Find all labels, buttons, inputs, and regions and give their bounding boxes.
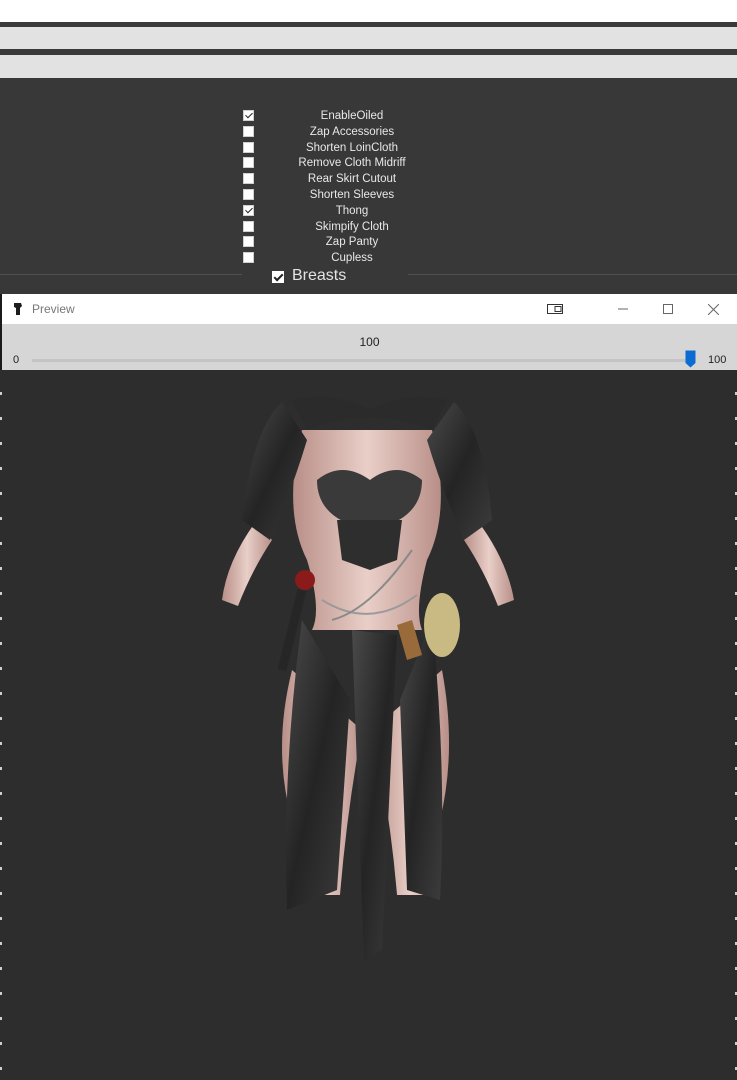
option-row[interactable]: Thong	[0, 203, 737, 219]
app-icon	[14, 303, 22, 315]
option-row[interactable]: Zap Panty	[0, 234, 737, 250]
option-checkbox[interactable]	[243, 173, 254, 185]
minimize-button[interactable]	[600, 294, 646, 324]
option-label: Cupless	[331, 252, 373, 265]
close-icon	[707, 303, 719, 315]
toolbar-strip	[0, 55, 737, 78]
3d-outfit-model	[222, 396, 514, 960]
slider-fill	[32, 359, 690, 362]
option-row[interactable]: Shorten LoinCloth	[0, 140, 737, 156]
section-label: Breasts	[292, 267, 347, 284]
breasts-checkbox[interactable]	[272, 271, 284, 283]
option-checkbox[interactable]	[243, 236, 254, 248]
maximize-button[interactable]	[645, 294, 691, 324]
option-label: Shorten LoinCloth	[305, 141, 399, 154]
toolbar-strip	[0, 27, 737, 49]
option-checkbox[interactable]	[243, 157, 254, 169]
toggle-view-button[interactable]	[532, 294, 578, 324]
slider-max-label: 100	[708, 354, 727, 366]
option-label: Shorten Sleeves	[309, 189, 395, 201]
option-checkbox[interactable]	[243, 204, 254, 216]
divider	[0, 274, 242, 275]
3d-viewport[interactable]	[0, 370, 737, 1080]
option-row[interactable]: EnableOiled	[0, 108, 737, 124]
option-checkbox[interactable]	[243, 141, 254, 153]
minimize-icon	[618, 308, 628, 310]
slider-min-label: 0	[13, 354, 20, 366]
divider	[408, 274, 737, 275]
option-row[interactable]: Remove Cloth Midriff	[0, 155, 737, 171]
app-screen: EnableOiled Zap Accessories Shorten LoinCl…	[0, 0, 737, 1080]
option-label: Rear Skirt Cutout	[307, 173, 397, 186]
option-row[interactable]: Shorten Sleeves	[0, 187, 737, 203]
option-label: Remove Cloth Midriff	[298, 157, 406, 170]
option-label: EnableOiled	[320, 110, 384, 122]
option-checkbox[interactable]	[243, 189, 254, 200]
option-label: Thong	[335, 204, 369, 217]
maximize-icon	[663, 304, 673, 314]
top-white-strip	[0, 0, 737, 22]
option-row[interactable]: Zap Accessories	[0, 124, 737, 140]
slider-panel: 100 0 100	[2, 324, 737, 370]
slider-value: 100	[359, 335, 380, 349]
title-bar: Preview	[2, 294, 737, 324]
option-label: Skimpify Cloth	[315, 220, 389, 233]
option-label: Zap Accessories	[309, 125, 395, 138]
slider-thumb[interactable]	[685, 350, 696, 368]
option-row[interactable]: Cupless	[0, 250, 737, 266]
option-checkbox[interactable]	[243, 220, 254, 232]
option-row[interactable]: Rear Skirt Cutout	[0, 171, 737, 187]
option-label: Zap Panty	[325, 236, 379, 249]
preview-window: Preview 100 0 100	[0, 294, 737, 1080]
toggle-view-icon	[547, 304, 563, 314]
option-checkbox[interactable]	[243, 110, 254, 121]
option-row[interactable]: Skimpify Cloth	[0, 219, 737, 235]
close-button[interactable]	[690, 294, 736, 324]
slider-track[interactable]	[32, 359, 690, 362]
option-checkbox[interactable]	[243, 252, 254, 264]
window-title: Preview	[32, 302, 75, 316]
option-checkbox[interactable]	[243, 125, 254, 137]
